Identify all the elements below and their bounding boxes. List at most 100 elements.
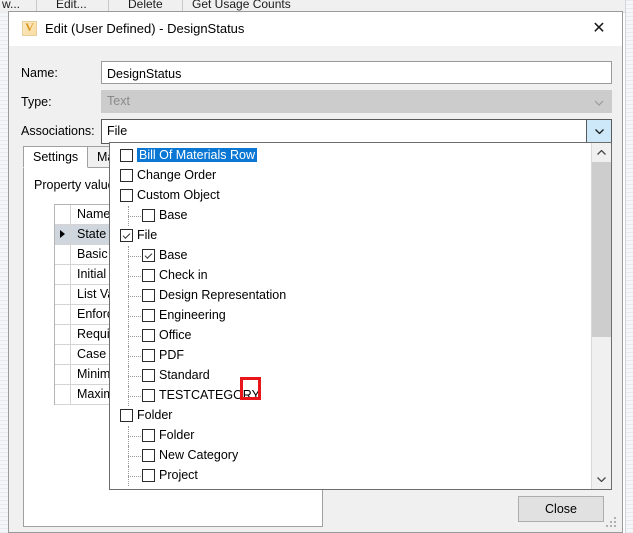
property-row-label: Name [77,207,111,221]
tree-item[interactable]: Base [110,246,591,266]
toolbar-item-delete[interactable]: Delete [128,0,163,11]
tree-item-checkbox[interactable] [142,389,155,402]
close-window-icon[interactable]: ✕ [584,19,614,39]
associations-value: File [107,124,128,138]
tree-item-checkbox[interactable] [142,329,155,342]
toolbar-separator-2 [108,0,109,11]
scrollbar-thumb[interactable] [592,162,611,337]
vault-app-icon: V [22,20,37,36]
chevron-down-icon [595,128,604,134]
tree-item-checkbox[interactable] [142,289,155,302]
tree-item-label: Design Representation [159,288,287,302]
grip-dot [610,521,612,523]
tree-item[interactable]: Custom Object [110,186,591,206]
toolbar-separator-1 [36,0,37,11]
tree-item-label: Office [159,328,192,342]
tree-item[interactable]: PDF [110,346,591,366]
tree-vertical-line [128,326,130,346]
tree-vertical-line [128,246,130,266]
row-selector-cell [55,245,71,264]
tree-item[interactable]: Base [110,206,591,226]
tree-item[interactable]: TESTCATEGORY [110,386,591,406]
tree-item-checkbox[interactable] [120,229,133,242]
tree-item[interactable]: Bill Of Materials Row [110,146,591,166]
app-icon-glyph: V [25,20,34,34]
annotation-highlight-box [240,377,261,400]
tree-item-checkbox[interactable] [120,409,133,422]
toolbar-item-view[interactable]: w... [2,0,20,11]
tree-item-label: File [137,228,158,242]
tree-vertical-line [128,426,130,446]
scroll-up-button[interactable] [592,143,611,162]
tree-item-checkbox[interactable] [120,189,133,202]
tree-item[interactable]: Folder [110,426,591,446]
dropdown-scrollbar[interactable] [591,143,611,489]
toolbar-item-edit[interactable]: Edit... [56,0,87,11]
tree-item-checkbox[interactable] [142,249,155,262]
tree-item-checkbox[interactable] [142,469,155,482]
grip-dot [614,521,616,523]
type-value: Text [107,94,130,108]
grip-dot [610,525,612,527]
tree-vertical-line [128,266,130,286]
tree-item-checkbox[interactable] [142,309,155,322]
associations-dropdown-popup: Bill Of Materials Row Change Order Custom … [109,142,612,490]
chevron-down-icon [594,97,604,107]
row-selector-cell [55,265,71,284]
tree-item[interactable]: Project [110,466,591,486]
tree-item-label: Standard [159,368,210,382]
tree-item-checkbox[interactable] [142,209,155,222]
grip-dot [606,525,608,527]
tree-item-label: Engineering [159,308,226,322]
toolbar-separator-3 [182,0,183,11]
tree-vertical-line [128,386,130,406]
tree-item[interactable]: Folder [110,406,591,426]
tree-item-checkbox[interactable] [142,429,155,442]
row-selector-cell [55,325,71,344]
tree-item[interactable]: Check in [110,266,591,286]
tree-item-checkbox[interactable] [120,169,133,182]
tree-item[interactable]: New Category [110,446,591,466]
associations-combobox[interactable]: File [101,119,612,144]
tree-item-checkbox[interactable] [120,149,133,162]
tab-settings[interactable]: Settings [23,146,89,168]
tree-item-checkbox[interactable] [142,349,155,362]
toolbar-item-usage-counts[interactable]: Get Usage Counts [192,0,291,11]
tree-item[interactable]: Change Order [110,166,591,186]
tree-vertical-line [128,346,130,366]
associations-label: Associations: [21,124,95,138]
tree-item-label: Change Order [137,168,217,182]
scroll-down-button[interactable] [592,470,611,489]
tree-item[interactable]: File [110,226,591,246]
tree-item-label: Custom Object [137,188,220,202]
property-row-label: State [77,227,107,241]
close-button[interactable]: Close [518,496,604,522]
row-selector-cell [55,385,71,404]
tree-vertical-line [128,446,130,466]
grip-dot [614,525,616,527]
grip-dot [614,517,616,519]
tree-item[interactable]: Engineering [110,306,591,326]
tree-item[interactable]: Standard [110,366,591,386]
property-value-caption: Property value [34,178,115,192]
row-selector-cell [55,365,71,384]
associations-dropdown-button[interactable] [586,120,611,143]
row-selector-cell [55,345,71,364]
tree-item-checkbox[interactable] [142,269,155,282]
tree-item-label: Bill Of Materials Row [137,148,257,162]
tree-item-label: Project [159,468,198,482]
dialog-title-bar: V Edit (User Defined) - DesignStatus ✕ [9,12,622,46]
tree-item-checkbox[interactable] [142,449,155,462]
tree-item[interactable]: Design Representation [110,286,591,306]
tree-item-checkbox[interactable] [142,369,155,382]
tree-vertical-line [128,286,130,306]
row-selector-cell [55,305,71,324]
tree-item-label: Base [159,248,188,262]
association-tree-list[interactable]: Bill Of Materials Row Change Order Custom … [110,143,591,489]
type-combobox-disabled: Text [101,90,612,113]
tree-item-label: New Category [159,448,239,462]
tree-item[interactable]: Office [110,326,591,346]
name-input[interactable] [101,61,612,84]
resize-grip[interactable] [606,517,617,528]
tree-item-label: Folder [137,408,173,422]
